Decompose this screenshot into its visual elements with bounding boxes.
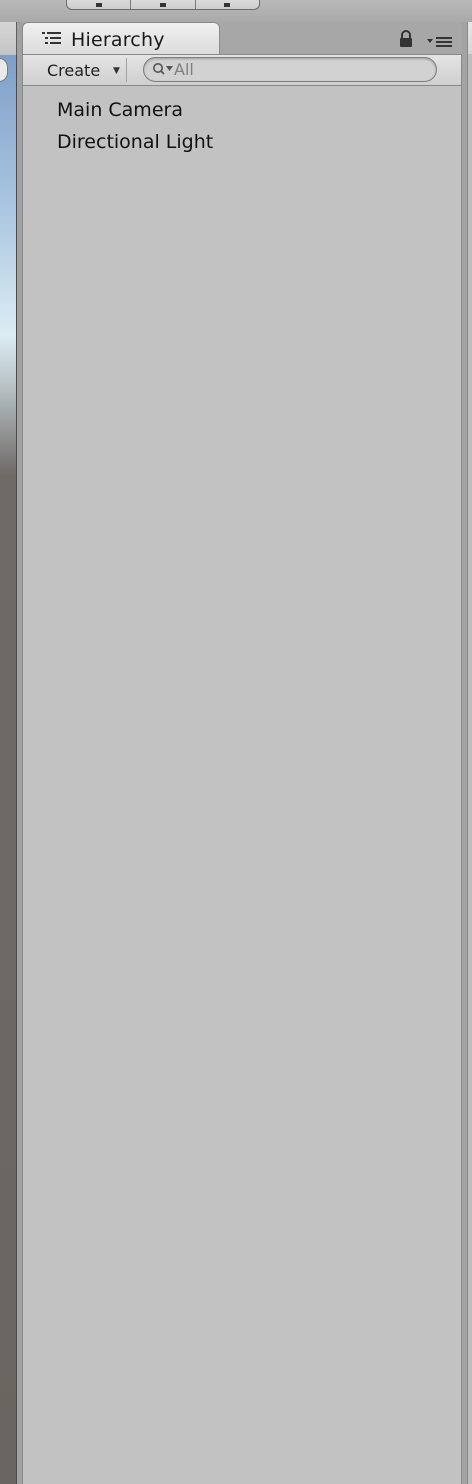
panel-options-icon[interactable]	[426, 36, 454, 48]
dropdown-arrow-icon: ▼	[113, 66, 120, 76]
search-input[interactable]	[174, 59, 424, 79]
hierarchy-toolbar: Create ▼	[22, 54, 462, 86]
adjacent-panel-tab-edge[interactable]	[467, 22, 472, 54]
list-item[interactable]: Main Camera	[57, 99, 183, 121]
step-button[interactable]	[196, 0, 259, 9]
playback-controls	[66, 0, 260, 10]
tab-label: Hierarchy	[71, 29, 165, 51]
search-field[interactable]	[143, 57, 437, 82]
scene-view-header: ≡	[0, 22, 17, 70]
hierarchy-list[interactable]: Main Camera Directional Light	[22, 86, 462, 1484]
tab-hierarchy[interactable]: Hierarchy	[22, 22, 220, 54]
play-button[interactable]	[67, 0, 132, 9]
list-icon	[42, 32, 61, 44]
search-icon[interactable]	[152, 62, 176, 77]
create-button[interactable]: Create ▼	[35, 58, 127, 82]
scene-view-viewport[interactable]	[0, 55, 17, 1484]
hierarchy-panel: Hierarchy Create ▼ Main Camera Direction…	[22, 22, 462, 1484]
adjacent-panel-edge	[467, 22, 472, 1484]
editor-toolbar-strip	[0, 0, 472, 22]
pause-button[interactable]	[131, 0, 196, 9]
lock-icon[interactable]	[398, 30, 414, 48]
list-item[interactable]: Directional Light	[57, 131, 213, 153]
create-label: Create	[47, 61, 101, 80]
